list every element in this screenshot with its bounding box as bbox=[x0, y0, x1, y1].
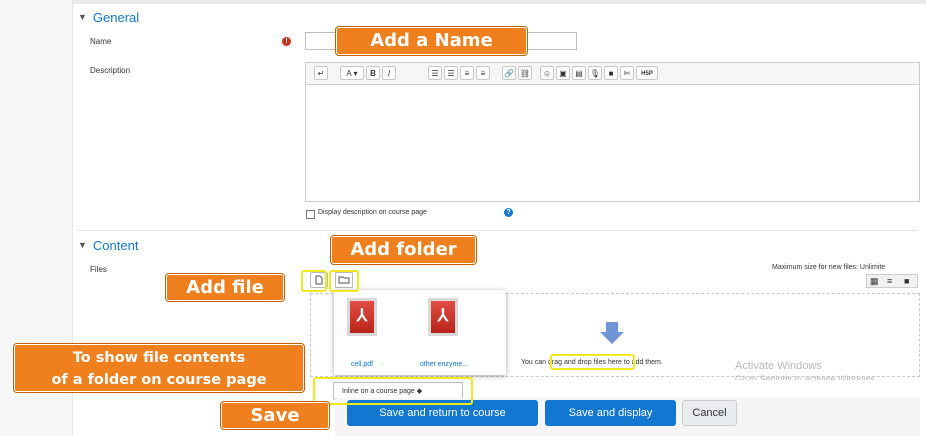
drag-drop-highlight bbox=[550, 354, 635, 370]
grid-view-icon[interactable]: ▦ bbox=[870, 276, 879, 287]
emoticon-icon[interactable]: ☺ bbox=[540, 66, 554, 80]
chevron-down-icon: ▼ bbox=[78, 12, 87, 22]
font-style-button[interactable]: A ▾ bbox=[340, 66, 364, 80]
h5p-icon[interactable]: H5P bbox=[636, 66, 658, 80]
add-file-callout: Add file bbox=[166, 274, 284, 301]
folder-add-highlight bbox=[329, 270, 359, 292]
windows-watermark-sub: Go to Settings to activate Windows. bbox=[735, 374, 878, 380]
description-label: Description bbox=[90, 66, 131, 75]
view-switcher: ▦ ≡ ■ bbox=[866, 274, 918, 288]
add-folder-callout: Add folder bbox=[331, 236, 476, 264]
display-description-checkbox[interactable] bbox=[306, 210, 315, 219]
folder-files-popup: ⅄ cell.pdf ⅄ other enzyme... bbox=[334, 290, 506, 375]
description-editor[interactable] bbox=[305, 84, 920, 202]
ordered-list-icon[interactable]: ☰ bbox=[444, 66, 458, 80]
outdent-icon[interactable]: ≡ bbox=[476, 66, 490, 80]
file-name-cell[interactable]: cell.pdf bbox=[334, 361, 390, 368]
unlink-icon[interactable]: ⛓ bbox=[518, 66, 532, 80]
name-label: Name bbox=[90, 37, 112, 46]
pdf-file-icon[interactable]: ⅄ bbox=[347, 298, 377, 336]
image-icon[interactable]: ▣ bbox=[556, 66, 570, 80]
tree-view-icon[interactable]: ■ bbox=[904, 276, 909, 286]
help-icon[interactable]: ? bbox=[504, 208, 513, 217]
link-icon[interactable]: 🔗 bbox=[502, 66, 516, 80]
editor-toolbar: ↵ A ▾ B I ☰ ☰ ≡ ≡ 🔗 ⛓ ☺ ▣ ▤ 🎙 ■ ✄ H5P bbox=[305, 62, 920, 86]
indent-icon[interactable]: ≡ bbox=[460, 66, 474, 80]
save-and-display-button[interactable]: Save and display bbox=[545, 400, 676, 426]
file-name-other[interactable]: other enzyme... bbox=[412, 361, 476, 368]
general-section-header[interactable]: ▼ General bbox=[78, 10, 139, 25]
unordered-list-icon[interactable]: ☰ bbox=[428, 66, 442, 80]
section-divider bbox=[78, 230, 918, 231]
save-callout: Save bbox=[221, 402, 329, 429]
manage-files-icon[interactable]: ✄ bbox=[620, 66, 634, 80]
italic-icon[interactable]: I bbox=[382, 66, 396, 80]
display-description-label: Display description on course page bbox=[318, 209, 427, 216]
file-add-highlight bbox=[301, 270, 327, 292]
video-icon[interactable]: ■ bbox=[604, 66, 618, 80]
microphone-icon[interactable]: 🎙 bbox=[588, 66, 602, 80]
content-section-header[interactable]: ▼ Content bbox=[78, 238, 138, 253]
bold-icon[interactable]: B bbox=[366, 66, 380, 80]
chevron-down-icon: ▼ bbox=[78, 240, 87, 250]
general-title: General bbox=[92, 10, 140, 25]
show-contents-callout: To show file contents of a folder on cou… bbox=[14, 344, 304, 392]
cancel-button[interactable]: Cancel bbox=[682, 400, 737, 426]
required-icon: ! bbox=[282, 37, 291, 46]
top-border bbox=[0, 0, 926, 4]
media-icon[interactable]: ▤ bbox=[572, 66, 586, 80]
windows-watermark: Activate Windows bbox=[735, 360, 822, 372]
max-size-text: Maximum size for new files: Unlimite bbox=[772, 264, 886, 271]
list-view-icon[interactable]: ≡ bbox=[887, 276, 892, 286]
files-label: Files bbox=[90, 265, 107, 274]
add-name-callout: Add a Name bbox=[336, 27, 527, 55]
download-arrow-icon bbox=[600, 322, 624, 344]
pdf-file-icon[interactable]: ⅄ bbox=[428, 298, 458, 336]
collapse-toolbar-icon[interactable]: ↵ bbox=[314, 66, 328, 80]
display-select-highlight bbox=[313, 377, 473, 405]
content-title: Content bbox=[92, 238, 139, 253]
